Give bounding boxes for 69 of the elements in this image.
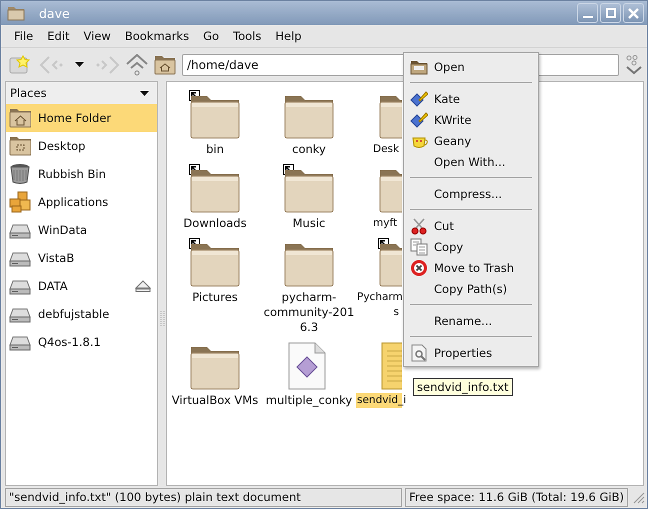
file-name[interactable]: conky [291,142,327,157]
file-name[interactable]: Pictures [191,290,239,305]
file-name[interactable]: Pycharm s [356,290,402,320]
menu-item[interactable]: Kate [434,92,460,106]
file-name[interactable]: Music [292,216,326,231]
free-space-text: Free space: 11.6 GiB (Total: 19.6 GiB) [405,488,628,506]
sidebar-item[interactable]: Applications [6,188,157,216]
menu-item[interactable]: Open [434,60,465,74]
caret-icon [140,90,149,96]
menu-item[interactable]: Compress... [434,186,502,200]
maximize-button[interactable] [600,3,621,23]
file-name[interactable]: VirtualBox VMs [170,393,260,408]
file-name[interactable]: Desk [356,142,402,157]
home-folder-icon [154,54,176,74]
tooltip: sendvid_info.txt [413,378,513,396]
boxes-icon [9,191,31,213]
menu-item[interactable]: Properties [434,346,492,360]
sidebar-item[interactable]: WinData [6,216,157,244]
maximize-icon [606,8,616,18]
menu-item[interactable]: View [76,29,118,43]
menu-item[interactable]: Open With... [434,154,506,168]
folder-icon [7,4,25,22]
menu-item[interactable]: Geany [434,134,472,148]
menu-item[interactable]: Edit [40,29,77,43]
copy-icon [410,238,428,256]
minimize-icon [582,16,592,18]
sidebar-item[interactable]: VistaB [6,244,157,272]
close-icon [628,8,639,18]
status-message: "sendvid_info.txt" (100 bytes) plain text document [5,488,402,506]
window-title: dave [39,6,71,20]
scissors-icon [410,216,428,234]
sidebar-item[interactable]: debfujstable [6,300,157,328]
new-tab-icon [9,54,33,74]
pen-icon [410,110,428,128]
go-icon [625,54,643,74]
sidebar-item[interactable]: Rubbish Bin [6,160,157,188]
desktop-folder-icon [9,135,31,157]
pen-icon [410,90,428,108]
file-name[interactable]: multiple_conky [264,393,354,408]
resize-grip-icon [631,490,645,504]
file-name[interactable]: Downloads [182,216,248,231]
minimize-button[interactable] [577,3,598,23]
delete-icon [410,258,428,276]
menu-item[interactable]: Bookmarks [118,29,196,43]
places-title: Places [10,86,47,100]
caret-icon [75,62,84,67]
sidebar-item[interactable]: DATA [6,272,157,300]
menu-item[interactable]: Rename... [434,314,492,328]
menu-item[interactable]: Help [268,29,309,43]
menu-item[interactable]: Copy Path(s) [434,282,508,296]
sidebar-item[interactable]: Home Folder [6,104,157,132]
menu-item[interactable]: Cut [434,218,454,232]
home-folder-icon [9,107,31,129]
menu-item[interactable]: File [7,29,40,43]
menu-item[interactable]: KWrite [434,112,472,126]
up-arrow-icon [126,54,148,76]
trash-bin-icon [9,163,31,185]
menu-item[interactable]: Go [196,29,226,43]
sidebar-item[interactable]: Q4os-1.8.1 [6,328,157,356]
properties-icon [410,344,428,362]
file-name[interactable]: bin [205,142,225,157]
file-name[interactable]: pycharm- community-201 6.3 [262,290,356,335]
sidebar-item[interactable]: Desktop [6,132,157,160]
file-name[interactable]: myft [356,216,402,231]
splitter-handle-icon [160,310,164,326]
menu-item[interactable]: Tools [226,29,268,43]
menu-item[interactable]: Copy [434,240,464,254]
menu-item[interactable]: Move to Trash [434,260,514,274]
close-button[interactable] [623,3,644,23]
